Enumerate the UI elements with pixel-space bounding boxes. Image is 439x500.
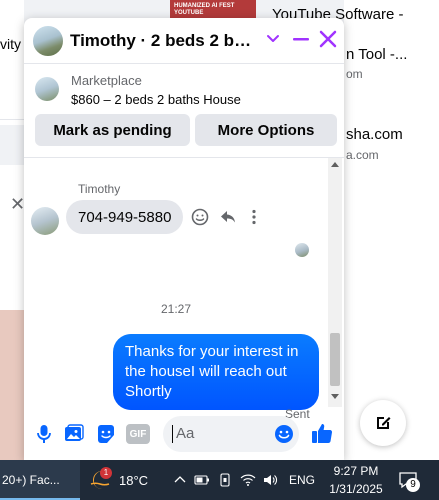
minimize-icon[interactable] [292, 29, 310, 49]
message-input[interactable]: Aa [163, 416, 299, 452]
chevron-up-icon[interactable] [172, 472, 188, 488]
result-title-2[interactable]: n Tool -... [346, 46, 407, 63]
chat-window: Timothy · 2 beds 2 baths ... Marketplace… [24, 18, 344, 460]
message-thread: Timothy 704-949-5880 21:27 Thanks for yo… [24, 157, 344, 421]
contact-avatar[interactable] [31, 24, 65, 58]
message-input-placeholder: Aa [176, 425, 195, 442]
chat-header[interactable]: Timothy · 2 beds 2 baths ... [24, 18, 344, 64]
microphone-icon[interactable] [33, 423, 55, 445]
clock-date[interactable]: 1/31/2025 [320, 482, 392, 496]
scroll-thumb[interactable] [330, 333, 340, 386]
result-domain-2: om [346, 67, 363, 81]
scrollbar[interactable] [328, 158, 342, 407]
scroll-up-arrow[interactable] [331, 162, 339, 167]
sender-name: Timothy [78, 182, 121, 196]
marketplace-label: Marketplace [71, 73, 142, 88]
like-icon[interactable] [310, 421, 334, 445]
photo-icon[interactable] [63, 423, 85, 445]
compose-icon [377, 417, 391, 429]
time-divider: 21:27 [160, 302, 192, 316]
react-icon[interactable] [190, 207, 210, 227]
language-indicator[interactable]: ENG [289, 473, 315, 487]
outgoing-message[interactable]: Thanks for your interest in the houseI w… [113, 334, 319, 410]
incoming-message[interactable]: 704-949-5880 [66, 200, 184, 234]
sender-avatar[interactable] [31, 207, 59, 235]
mark-as-pending-button[interactable]: Mark as pending [35, 114, 190, 146]
wifi-icon[interactable] [240, 472, 256, 488]
gif-icon[interactable]: GIF [126, 424, 150, 444]
left-partial-text: vity [0, 36, 21, 52]
device-icon[interactable] [217, 472, 233, 488]
close-chat-icon[interactable] [318, 29, 338, 49]
text-caret [172, 425, 173, 443]
result-domain-3: a.com [346, 148, 379, 162]
listing-thumbnail[interactable] [35, 77, 59, 101]
new-message-button[interactable] [360, 400, 406, 446]
marketplace-banner: Marketplace $860 – 2 beds 2 baths House … [24, 65, 344, 157]
volume-icon[interactable] [262, 472, 278, 488]
left-column-top-card [0, 0, 24, 120]
taskbar: 20+) Fac... 1 18°C ENG 9:27 PM 1/31/2025… [0, 460, 439, 500]
listing-title[interactable]: $860 – 2 beds 2 baths House [71, 92, 241, 107]
battery-icon[interactable] [194, 472, 210, 488]
left-image-strip [0, 310, 24, 460]
ad-thumbnail[interactable]: HUMANIZED AI FEST YOUTUBE [170, 0, 256, 20]
reply-icon[interactable] [218, 207, 238, 227]
chat-title[interactable]: Timothy · 2 beds 2 baths ... [70, 31, 255, 51]
taskbar-app-facebook[interactable]: 20+) Fac... [0, 460, 80, 500]
read-receipt-avatar [295, 243, 309, 257]
more-actions-icon[interactable] [244, 207, 264, 227]
taskbar-app-label: 20+) Fac... [2, 473, 60, 487]
notification-count-badge: 9 [406, 478, 420, 492]
clock-time[interactable]: 9:27 PM [326, 464, 386, 478]
chevron-down-icon[interactable] [264, 28, 282, 48]
left-gray-strip [0, 125, 24, 165]
sticker-icon[interactable] [95, 423, 117, 445]
close-icon[interactable]: ✕ [10, 194, 25, 215]
temperature[interactable]: 18°C [119, 473, 148, 488]
weather-alert-badge: 1 [100, 467, 112, 479]
message-composer: GIF Aa [24, 406, 344, 460]
more-options-button[interactable]: More Options [195, 114, 337, 146]
emoji-icon[interactable] [274, 424, 294, 444]
scroll-down-arrow[interactable] [331, 394, 339, 399]
result-title-3[interactable]: sha.com [346, 126, 403, 143]
